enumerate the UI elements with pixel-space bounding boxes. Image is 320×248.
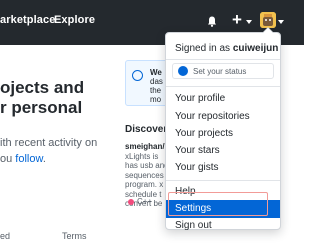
avatar[interactable] [260, 12, 276, 28]
signed-in-label: Signed in as cuiweijun [175, 43, 278, 54]
discover-heading: Discover [125, 124, 168, 135]
follow-link[interactable]: follow [15, 153, 43, 165]
menu-item-your-repositories[interactable]: Your repositories [166, 108, 280, 126]
signed-in-prefix: Signed in as [175, 43, 233, 54]
nav-link-marketplace[interactable]: arketplace [0, 14, 55, 26]
username: cuiweijun [232, 43, 279, 54]
chevron-down-icon[interactable] [246, 20, 252, 24]
menu-item-your-gists[interactable]: Your gists [166, 159, 280, 177]
divider [166, 59, 280, 60]
hero-line: ojects and [0, 78, 85, 97]
chevron-down-icon[interactable] [278, 20, 284, 24]
hero-heading: ojects and r personal [0, 78, 125, 118]
divider [166, 180, 280, 181]
menu-item-your-stars[interactable]: Your stars [166, 142, 280, 160]
language-label: C++ [137, 197, 153, 206]
hero-subtitle-line: ith recent activity on [0, 137, 98, 149]
menu-item-your-profile[interactable]: Your profile [166, 90, 280, 108]
bell-icon[interactable] [207, 16, 217, 27]
divider [166, 86, 280, 87]
repo-desc-line: sequences [125, 170, 164, 180]
footer-terms-link[interactable]: Terms [62, 231, 87, 241]
plus-icon[interactable]: + [232, 11, 242, 28]
menu-item-sign-out[interactable]: Sign out [166, 217, 280, 235]
dropdown-arrow-inner [263, 28, 273, 33]
repo-desc-line: xLights is [125, 152, 159, 161]
info-icon [132, 70, 143, 81]
repo-desc-line: program. x [125, 180, 164, 190]
settings-highlight-annotation [168, 192, 268, 216]
repo-name-link[interactable]: smeighan/ [125, 142, 170, 152]
set-status-button[interactable]: Set your status [172, 63, 274, 79]
repo-language: C++ [128, 197, 152, 206]
nav-link-explore[interactable]: Explore [54, 14, 95, 26]
hero-subtitle: ith recent activity on ou follow. [0, 135, 125, 167]
hero-line: r personal [0, 98, 83, 117]
hero-subtitle-line2: ou follow. [0, 151, 125, 167]
avatar-image [260, 12, 276, 28]
set-status-label: Set your status [193, 67, 247, 76]
footer-text[interactable]: ed [0, 231, 10, 241]
language-color-dot [128, 198, 134, 205]
repo-card: smeighan/ xLights is has usb and sequenc… [125, 142, 170, 237]
hero-subtitle-prefix: ou [0, 153, 16, 165]
repo-desc-line: has usb and [125, 161, 169, 171]
smiley-icon [178, 66, 188, 76]
menu-item-your-projects[interactable]: Your projects [166, 125, 280, 143]
hero-subtitle-suffix: . [42, 153, 46, 165]
